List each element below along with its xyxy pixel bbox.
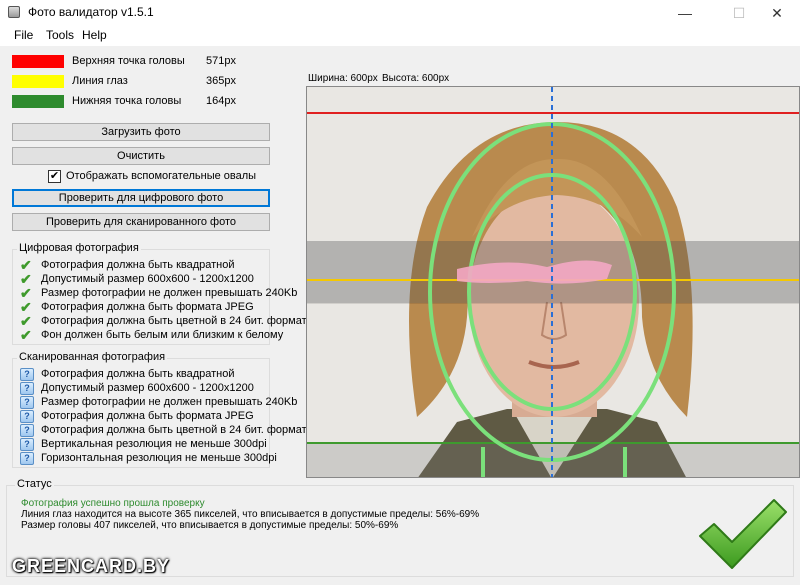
menu-help[interactable]: Help	[82, 28, 107, 42]
title-bar: Фото валидатор v1.5.1 — ☐ ✕	[0, 0, 800, 26]
info-icon: ?	[20, 410, 34, 423]
requirement-text: Фотография должна быть формата JPEG	[41, 410, 254, 422]
top-line-swatch	[12, 55, 64, 68]
photo-height-label: Высота: 600px	[382, 73, 450, 84]
show-ovals-label: Отображать вспомогательные овалы	[66, 170, 257, 182]
load-photo-button[interactable]: Загрузить фото	[12, 123, 270, 141]
info-icon: ?	[20, 382, 34, 395]
menu-file[interactable]: File	[14, 28, 33, 42]
requirement-text: Фотография должна быть формата JPEG	[41, 301, 254, 313]
main-panel: Верхняя точка головы 571px Линия глаз 36…	[0, 46, 800, 585]
big-checkmark-icon	[699, 499, 787, 569]
requirement-text: Фотография должна быть квадратной	[41, 259, 235, 271]
requirement-text: Фотография должна быть цветной в 24 бит.…	[41, 315, 313, 327]
info-icon: ?	[20, 452, 34, 465]
digital-requirements-group: Цифровая фотография ✔ Фотография должна …	[12, 242, 313, 345]
scanned-group-title: Сканированная фотография	[17, 351, 168, 363]
requirement-text: Размер фотографии не должен превышать 24…	[41, 396, 298, 408]
check-scanned-button[interactable]: Проверить для сканированного фото	[12, 213, 270, 231]
minimize-button[interactable]: —	[662, 0, 708, 26]
bottom-line-label: Нижняя точка головы	[72, 95, 182, 107]
info-icon: ?	[20, 438, 34, 451]
photo-preview[interactable]	[306, 86, 800, 478]
status-eye-line-text: Линия глаз находится на высоте 365 пиксе…	[21, 509, 480, 520]
requirement-text: Размер фотографии не должен превышать 24…	[41, 287, 298, 299]
eye-line-label: Линия глаз	[72, 75, 128, 87]
requirement-text: Вертикальная резолюция не меньше 300dpi	[41, 438, 267, 450]
check-icon: ✔	[20, 327, 32, 343]
eye-line-swatch	[12, 75, 64, 88]
eye-line-value: 365px	[206, 75, 236, 87]
watermark: GREENCARD.BY	[12, 556, 171, 576]
top-line-label: Верхняя точка головы	[72, 55, 185, 67]
status-title: Статус	[15, 478, 54, 490]
scanned-requirements-group: Сканированная фотография ? Фотография до…	[12, 351, 313, 468]
inner-oval	[467, 173, 637, 411]
requirement-text: Фотография должна быть цветной в 24 бит.…	[41, 424, 313, 436]
camera-icon	[8, 6, 20, 18]
requirement-text: Фон должен быть белым или близким к бело…	[41, 329, 284, 341]
check-digital-button[interactable]: Проверить для цифрового фото	[12, 189, 270, 207]
status-success-text: Фотография успешно прошла проверку	[21, 498, 205, 509]
info-icon: ?	[20, 368, 34, 381]
photo-width-label: Ширина: 600px	[308, 73, 378, 84]
menu-bar: File Tools Help	[0, 26, 800, 46]
bottom-line-swatch	[12, 95, 64, 108]
window-title: Фото валидатор v1.5.1	[28, 5, 154, 19]
menu-tools[interactable]: Tools	[46, 28, 74, 42]
status-head-size-text: Размер головы 407 пикселей, что вписывае…	[21, 520, 399, 531]
digital-group-title: Цифровая фотография	[17, 242, 141, 254]
guide-overlay	[307, 87, 799, 477]
close-button[interactable]: ✕	[754, 0, 800, 26]
top-line-value: 571px	[206, 55, 236, 67]
requirement-text: Допустимый размер 600x600 - 1200x1200	[41, 273, 254, 285]
info-icon: ?	[20, 424, 34, 437]
requirement-text: Допустимый размер 600x600 - 1200x1200	[41, 382, 254, 394]
bottom-line-value: 164px	[206, 95, 236, 107]
clear-button[interactable]: Очистить	[12, 147, 270, 165]
eye-mask	[457, 260, 612, 284]
show-ovals-checkbox[interactable]: ✔	[48, 170, 61, 183]
requirement-text: Горизонтальная резолюция не меньше 300dp…	[41, 452, 277, 464]
info-icon: ?	[20, 396, 34, 409]
requirement-text: Фотография должна быть квадратной	[41, 368, 235, 380]
